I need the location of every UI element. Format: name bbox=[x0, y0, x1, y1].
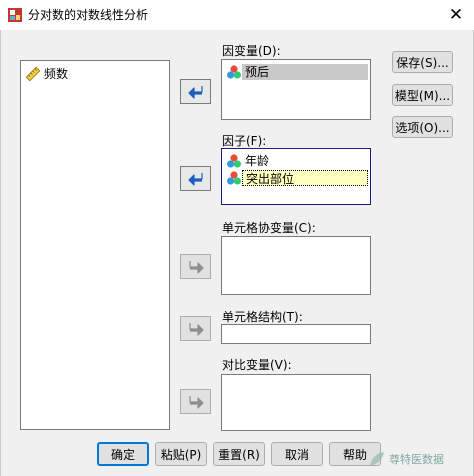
arrow-right-icon bbox=[188, 260, 204, 274]
cancel-button[interactable]: 取消 bbox=[271, 442, 323, 466]
model-button[interactable]: 模型(M)... bbox=[392, 84, 453, 106]
options-button[interactable]: 选项(O)... bbox=[392, 116, 453, 138]
window-title: 分对数的对数线性分析 bbox=[28, 8, 149, 22]
nominal-variable-icon bbox=[227, 64, 241, 79]
move-to-dependent-button[interactable] bbox=[180, 79, 211, 104]
dependent-label: 因变量(D): bbox=[222, 44, 281, 58]
list-item[interactable]: 频数 bbox=[25, 65, 71, 82]
move-to-cell-covariate-button[interactable] bbox=[180, 254, 211, 279]
factor-label: 因子(F): bbox=[222, 134, 267, 148]
cell-structure-field[interactable] bbox=[221, 324, 371, 344]
paste-button[interactable]: 粘贴(P) bbox=[155, 442, 207, 466]
title-bar: 分对数的对数线性分析 ✕ bbox=[0, 0, 474, 30]
contrast-list[interactable] bbox=[221, 374, 371, 431]
list-item[interactable]: 突出部位 bbox=[226, 169, 368, 186]
cell-covariate-list[interactable] bbox=[221, 236, 371, 295]
leaf-logo-icon bbox=[370, 452, 384, 466]
move-to-contrast-button[interactable] bbox=[180, 389, 211, 414]
variable-label: 预后 bbox=[242, 63, 368, 80]
source-variable-list[interactable]: 频数 bbox=[20, 60, 170, 430]
save-button[interactable]: 保存(S)... bbox=[392, 51, 453, 73]
scale-ruler-icon bbox=[25, 66, 41, 81]
nominal-variable-icon bbox=[227, 170, 241, 185]
arrow-right-icon bbox=[188, 322, 204, 336]
variable-label: 年龄 bbox=[245, 153, 270, 168]
list-item[interactable]: 年龄 bbox=[226, 152, 272, 169]
arrow-left-icon bbox=[187, 172, 203, 186]
dependent-list[interactable]: 预后 bbox=[221, 59, 371, 120]
cell-structure-label: 单元格结构(T): bbox=[222, 310, 303, 324]
nominal-variable-icon bbox=[227, 153, 241, 168]
ok-button[interactable]: 确定 bbox=[97, 442, 149, 466]
arrow-right-icon bbox=[188, 395, 204, 409]
spss-app-icon bbox=[8, 8, 22, 22]
move-to-cell-structure-button[interactable] bbox=[180, 316, 211, 341]
watermark: 尊特医数据 bbox=[368, 446, 474, 472]
contrast-label: 对比变量(V): bbox=[222, 358, 292, 372]
factor-list[interactable]: 年龄 突出部位 bbox=[221, 148, 371, 205]
close-icon[interactable]: ✕ bbox=[438, 0, 474, 30]
reset-button[interactable]: 重置(R) bbox=[213, 442, 265, 466]
variable-label: 突出部位 bbox=[242, 169, 368, 186]
arrow-left-icon bbox=[187, 85, 203, 99]
move-to-factor-button[interactable] bbox=[180, 166, 211, 191]
list-item[interactable]: 预后 bbox=[226, 63, 368, 80]
watermark-text: 尊特医数据 bbox=[389, 453, 444, 466]
variable-label: 频数 bbox=[44, 66, 69, 81]
cell-covariate-label: 单元格协变量(C): bbox=[222, 221, 316, 235]
